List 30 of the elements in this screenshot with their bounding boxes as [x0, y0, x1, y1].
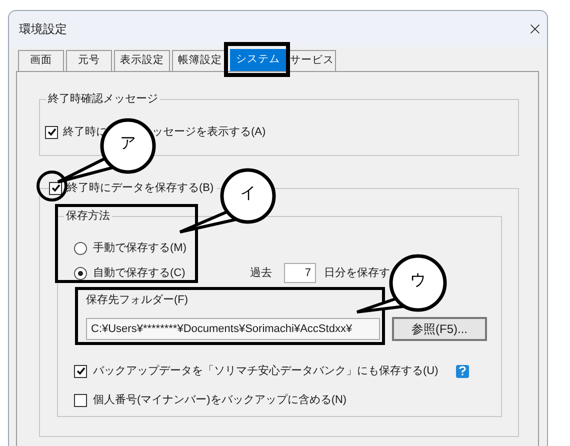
highlight-circle	[36, 170, 68, 202]
days-field[interactable]: 7	[284, 263, 316, 283]
callout-label: ア	[119, 134, 137, 154]
checkbox-label: バックアップデータを「ソリマチ安心データバンク」にも保存する(U)	[93, 364, 438, 379]
tab[interactable]: 表示設定	[114, 50, 170, 71]
highlight-frame	[224, 42, 290, 77]
radio-label: 自動で保存する(C)	[93, 266, 186, 281]
browse-button[interactable]: 参照(F5)...	[392, 317, 487, 341]
window-title: 環境設定	[19, 21, 67, 38]
checkbox-label: 終了時にデータを保存する(B)	[62, 180, 217, 196]
callout-label: イ	[239, 184, 257, 204]
folder-path-field[interactable]: C:¥Users¥********¥Documents¥Sorimachi¥AccStdxx¥	[86, 318, 380, 340]
checkbox-label: 個人番号(マイナンバー)をバックアップに含める(N)	[93, 392, 347, 408]
radio-label: 手動で保存する(M)	[93, 240, 186, 256]
help-icon[interactable]	[456, 364, 470, 378]
folder-label: 保存先フォルダー(F)	[86, 293, 190, 308]
tab[interactable]: システム	[230, 49, 286, 71]
callout-label: ウ	[409, 271, 427, 291]
radio-button[interactable]	[74, 266, 87, 280]
past-label: 過去	[250, 266, 272, 281]
tab[interactable]: 画面	[18, 50, 64, 71]
checkbox-label: ッセージを表示する(A)	[152, 124, 266, 140]
days-label: 日分を保存す	[324, 266, 390, 281]
checkbox[interactable]	[74, 364, 87, 378]
checkbox[interactable]	[74, 394, 87, 406]
tab[interactable]: サービス	[288, 50, 336, 71]
checkbox[interactable]	[49, 182, 62, 194]
tab[interactable]: 元号	[66, 50, 112, 71]
checkbox[interactable]	[45, 126, 58, 138]
radio-button[interactable]	[74, 242, 87, 254]
